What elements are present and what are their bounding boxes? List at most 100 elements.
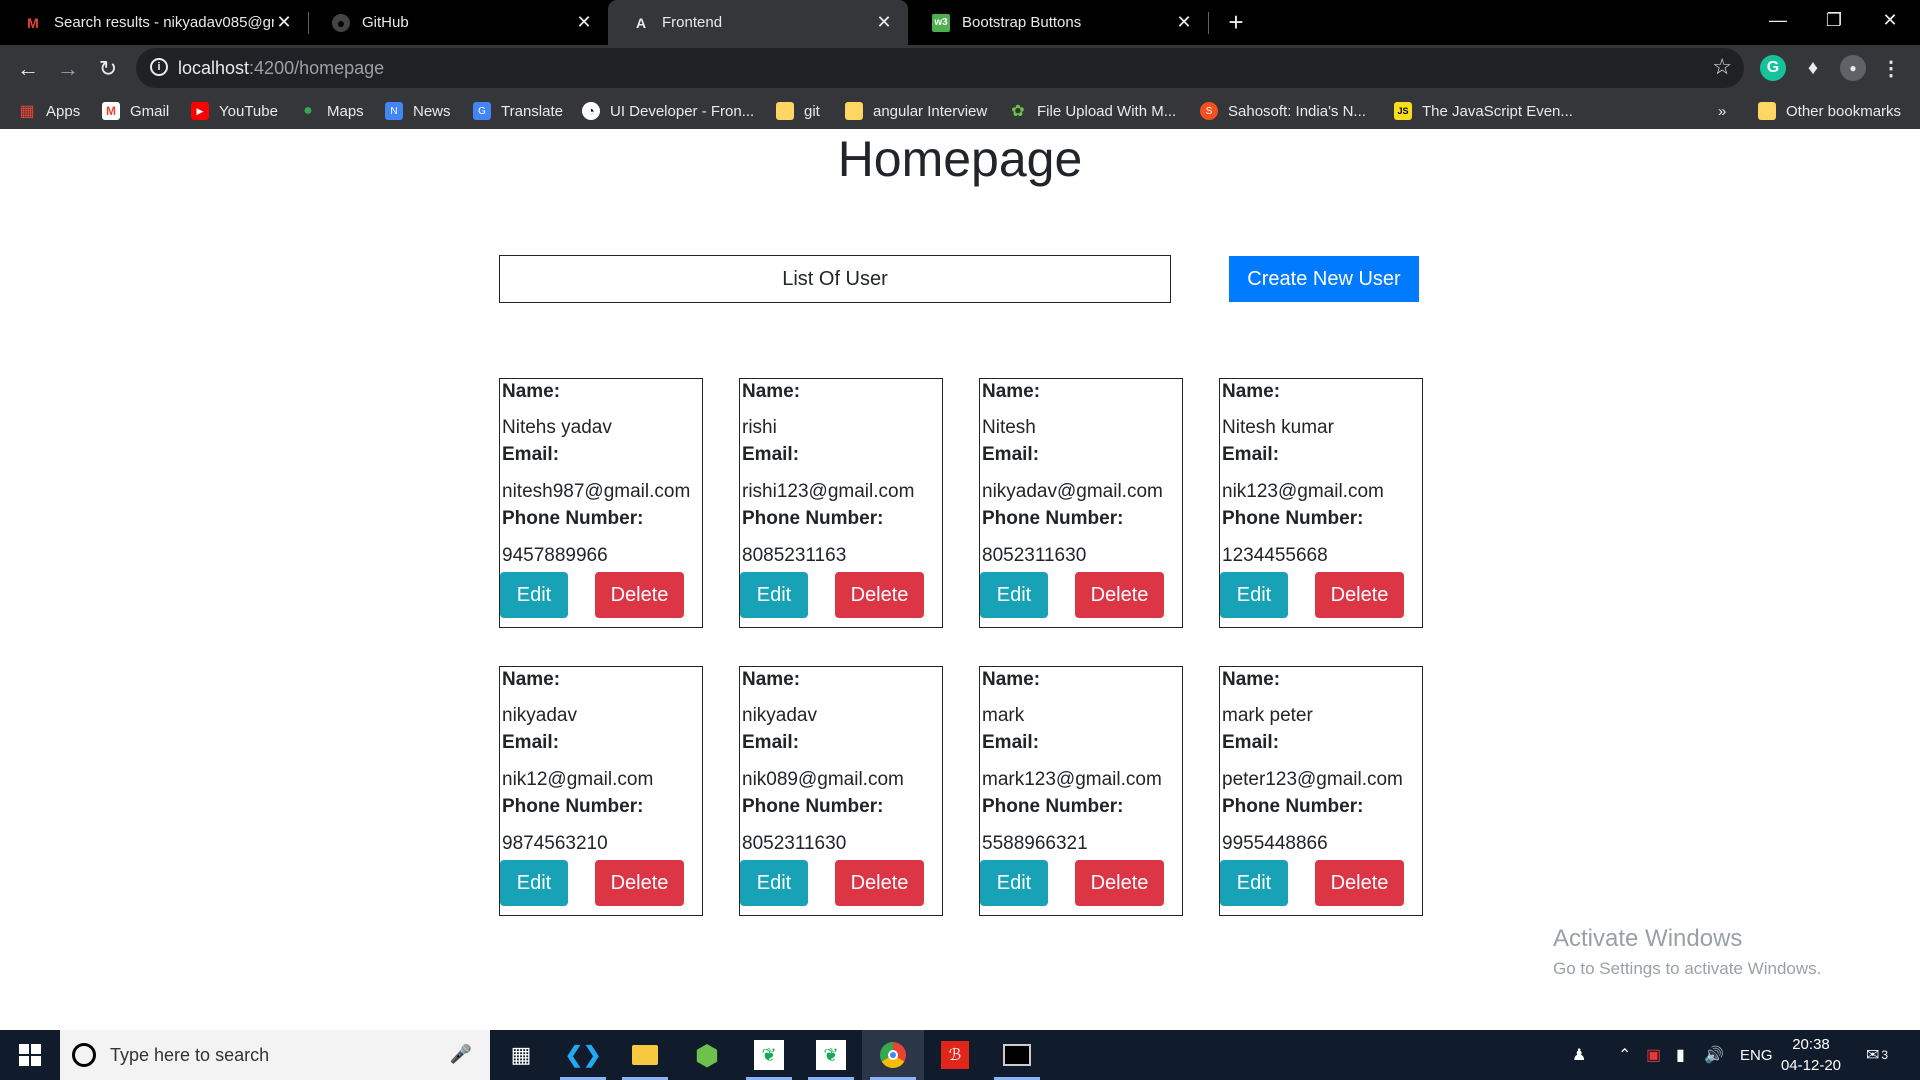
cortana-icon [72,1043,96,1067]
bookmark-maps[interactable]: ● Maps [299,100,364,122]
reload-button[interactable]: ↻ [90,51,126,87]
tab-github[interactable]: ● GitHub ✕ [308,0,608,45]
user-phone: 8052311630 [982,545,1087,566]
taskbar-search-box[interactable]: Type here to search 🎤 [60,1030,490,1080]
extensions-puzzle-icon[interactable]: ♦ [1800,55,1826,81]
restore-button[interactable]: ❐ [1806,0,1862,40]
security-icon[interactable]: ▣ [1646,1030,1661,1080]
notifications-icon[interactable]: ✉ 3 [1866,1030,1888,1080]
bookmark-folder-angular[interactable]: angular Interview [845,100,987,122]
bookmark-gmail[interactable]: M Gmail [102,100,169,122]
delete-button[interactable]: Delete [1075,572,1164,618]
system-clock[interactable]: 20:38 04-12-20 [1776,1034,1846,1076]
close-icon[interactable]: ✕ [574,12,594,33]
info-icon[interactable]: i [150,58,168,76]
delete-button[interactable]: Delete [1315,572,1404,618]
close-window-button[interactable]: ✕ [1862,0,1918,40]
w3schools-icon: w3 [932,13,950,32]
bookmark-folder-git[interactable]: git [776,100,820,122]
grammarly-icon[interactable]: G [1760,55,1786,81]
bookmark-youtube[interactable]: ▶ YouTube [191,100,278,122]
phone-label: Phone Number: [502,508,644,529]
bookmark-javascript[interactable]: JS The JavaScript Even... [1394,100,1573,122]
create-new-user-button[interactable]: Create New User [1229,256,1419,302]
sahosoft-icon: S [1200,102,1218,120]
profile-avatar[interactable]: ● [1840,55,1866,81]
chrome-icon[interactable] [862,1030,924,1080]
forward-button[interactable]: → [50,51,86,87]
edit-button[interactable]: Edit [980,572,1048,618]
maps-icon: ● [303,102,313,119]
user-phone: 9955448866 [1222,833,1328,854]
minimize-button[interactable]: — [1750,0,1806,40]
file-explorer-icon[interactable] [614,1030,676,1080]
delete-button[interactable]: Delete [1315,860,1404,906]
delete-button[interactable]: Delete [595,860,684,906]
bookmark-ui-developer[interactable]: ◔ UI Developer - Fron... [582,100,754,122]
new-tab-button[interactable]: + [1220,6,1252,38]
menu-kebab-icon[interactable]: ⋮ [1878,55,1904,81]
edit-button[interactable]: Edit [1220,860,1288,906]
name-label: Name: [742,381,801,402]
bookmark-star-icon[interactable]: ☆ [1712,54,1732,80]
other-bookmarks-folder[interactable]: Other bookmarks [1758,100,1901,122]
phone-label: Phone Number: [742,796,884,817]
delete-button[interactable]: Delete [595,572,684,618]
edit-button[interactable]: Edit [740,572,808,618]
phone-label: Phone Number: [1222,796,1364,817]
acrobat-icon[interactable]: ℬ [924,1030,986,1080]
volume-icon[interactable]: 🔊 [1704,1030,1724,1080]
delete-button[interactable]: Delete [835,860,924,906]
user-email: nik089@gmail.com [742,769,904,790]
edit-button[interactable]: Edit [740,860,808,906]
close-icon[interactable]: ✕ [274,12,294,33]
mongodb-compass-icon[interactable]: ❦ [738,1030,800,1080]
close-icon[interactable]: ✕ [874,12,894,33]
people-icon[interactable]: ♟ [1572,1030,1586,1080]
edit-button[interactable]: Edit [980,860,1048,906]
vscode-icon[interactable]: ❮❯ [552,1030,614,1080]
chevron-up-icon[interactable]: ⌃ [1618,1030,1631,1080]
bookmark-sahosoft[interactable]: S Sahosoft: India's N... [1200,100,1366,122]
tab-gmail-search[interactable]: M Search results - nikyadav085@gmail.com… [0,0,308,45]
email-label: Email: [1222,444,1280,465]
tab-title: Bootstrap Buttons [962,14,1082,31]
more-bookmarks-button[interactable]: » [1718,100,1726,122]
tab-bootstrap-buttons[interactable]: w3 Bootstrap Buttons ✕ [908,0,1208,45]
close-icon[interactable]: ✕ [1174,12,1194,33]
task-view-icon[interactable]: ▦ [490,1030,552,1080]
user-card: Name: nikyadav Email: nik12@gmail.com Phone … [499,666,703,916]
bookmark-apps[interactable]: ▦ Apps [18,100,80,122]
delete-button[interactable]: Delete [835,572,924,618]
language-indicator[interactable]: ENG [1740,1030,1773,1080]
tab-title: Search results - nikyadav085@gmail.com [54,14,274,31]
phone-label: Phone Number: [1222,508,1364,529]
bookmark-label: File Upload With M... [1037,102,1177,120]
delete-button[interactable]: Delete [1075,860,1164,906]
bookmark-translate[interactable]: G Translate [473,100,563,122]
bookmark-file-upload[interactable]: ✿ File Upload With M... [1009,100,1176,122]
edit-button[interactable]: Edit [500,572,568,618]
mongodb-icon[interactable]: ❦ [800,1030,862,1080]
folder-icon [1758,102,1776,120]
back-button[interactable]: ← [10,51,46,87]
name-label: Name: [1222,381,1281,402]
user-phone: 1234455668 [1222,545,1328,566]
tab-frontend[interactable]: A Frontend ✕ [608,0,908,45]
phone-label: Phone Number: [502,796,644,817]
phone-label: Phone Number: [982,796,1124,817]
address-bar[interactable]: i localhost:4200/homepage ☆ [136,48,1744,88]
microphone-icon[interactable]: 🎤 [450,1044,472,1065]
phone-label: Phone Number: [982,508,1124,529]
edit-button[interactable]: Edit [500,860,568,906]
bookmark-news[interactable]: N News [385,100,451,122]
terminal-icon[interactable] [986,1030,1048,1080]
start-button[interactable] [0,1030,60,1080]
battery-icon[interactable]: ▮ [1676,1030,1685,1080]
nodejs-icon[interactable]: ⬢ [676,1030,738,1080]
email-label: Email: [502,732,560,753]
translate-icon: G [473,102,491,120]
edit-button[interactable]: Edit [1220,572,1288,618]
bookmark-label: Sahosoft: India's N... [1228,102,1366,120]
user-email: nik123@gmail.com [1222,481,1384,502]
